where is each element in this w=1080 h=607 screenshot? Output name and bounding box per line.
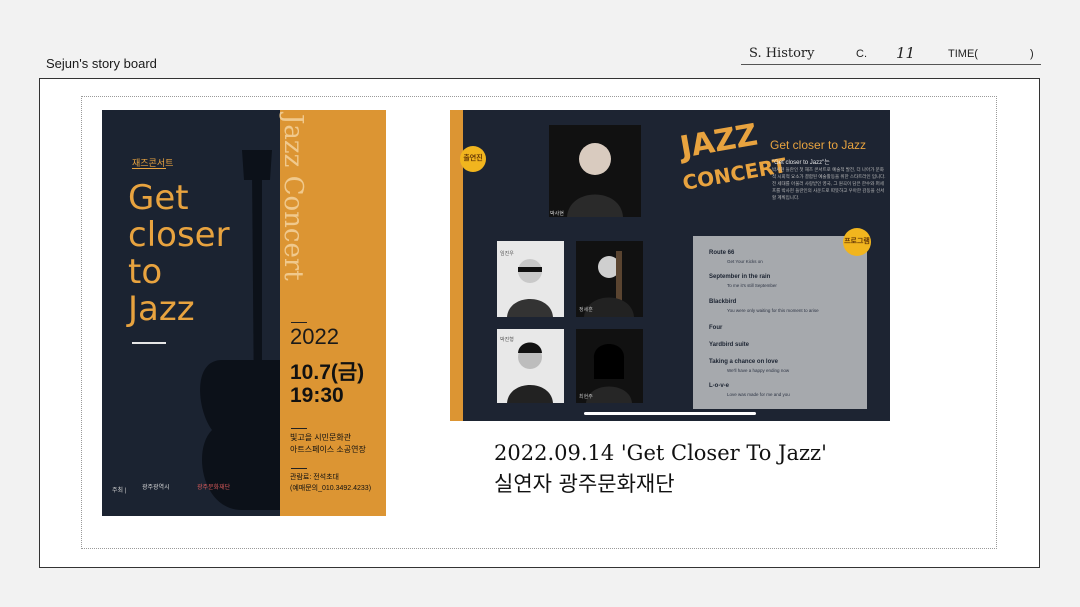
program-subtitle: Get Your Kicks on — [727, 259, 763, 264]
performer-photo-main — [549, 125, 641, 217]
poster-info: 관람료: 전석초대 (예매문의_010.3492.4233) — [290, 474, 372, 492]
program-title: Yardbird suite — [709, 342, 750, 348]
image-caption: 2022.09.14 'Get Closer To Jazz' 실연자 광주문화… — [494, 441, 827, 496]
gc-description: 박사현 들란인 첫 재즈 콘서트로 예술적 발전, 더 나아가 문화적 시회적 … — [772, 167, 886, 200]
storyboard-title: Sejun's story board — [46, 56, 157, 71]
poster-dash — [291, 428, 307, 429]
c-label: C. — [856, 48, 867, 60]
performer-name: 최현주 — [579, 394, 593, 400]
performers-badge: 출연진 — [460, 146, 486, 172]
poster-logo-foundation: 광주문화재단 — [197, 485, 231, 491]
portrait-icon — [586, 344, 632, 403]
time-label: TIME( — [948, 48, 978, 60]
portrait-icon — [567, 143, 623, 217]
poster-vertical-text: Jazz Concert — [278, 114, 308, 281]
poster-dash — [291, 322, 307, 323]
poster-time: 19:30 — [290, 384, 344, 407]
poster-dark-panel: 재즈콘서트 Get closer to Jazz 주최 | 광주광역시 광주문화… — [102, 110, 280, 516]
poster-underline — [132, 168, 166, 169]
jazz-heading: JAZZ — [677, 117, 761, 166]
performer-name: 박사현 — [550, 211, 564, 217]
poster-logo-city: 광주광역시 — [142, 485, 170, 491]
program-subtitle: We'll have a happy ending now — [727, 368, 790, 373]
program-title: Taking a chance on love — [709, 359, 778, 365]
program-title: L-o-v-e — [709, 383, 729, 389]
poster-date: 10.7(금) — [290, 361, 365, 384]
concert-program-image: 출연진 박사현 임진우 정세훈 박진형 최현주 JAZZ CONCERT Get… — [450, 110, 890, 421]
c-value: 11 — [896, 44, 916, 62]
program-title: September in the rain — [709, 274, 771, 280]
poster-title-rule — [132, 342, 166, 344]
section-label: S. History — [749, 46, 815, 61]
poster-title: Get closer to Jazz — [128, 178, 230, 329]
program-subtitle: You were only waiting for this moment to… — [727, 308, 819, 313]
performer-name: 임진우 — [500, 251, 514, 257]
program-title: Four — [709, 325, 723, 331]
program-list: Route 66 Get Your Kicks on September in … — [693, 236, 867, 409]
performer-photo — [576, 329, 643, 403]
poster-venue: 빛고을 시민문화관 아트스페이스 소공연장 — [290, 433, 366, 454]
program-subtitle: Love was made for me and you — [727, 392, 790, 397]
performer-name: 정세훈 — [579, 307, 593, 313]
gc-subtitle: "Get closer to Jazz"는 — [772, 160, 830, 166]
program-badge: 프로그램 — [843, 228, 871, 256]
scroll-indicator — [584, 412, 756, 415]
program-title: Blackbird — [709, 299, 737, 305]
performer-name: 박진형 — [500, 337, 514, 343]
concert-poster: 재즈콘서트 Get closer to Jazz 주최 | 광주광역시 광주문화… — [102, 110, 386, 516]
gc-title: Get closer to Jazz — [770, 138, 867, 152]
time-close: ) — [1030, 48, 1034, 60]
poster-host-label: 주최 | — [112, 488, 127, 494]
poster-year: 2022 — [290, 324, 339, 349]
poster-dash — [291, 468, 307, 469]
program-title: Route 66 — [709, 250, 735, 256]
program-subtitle: To me it's still September — [727, 283, 777, 288]
header-rule — [741, 64, 1041, 65]
